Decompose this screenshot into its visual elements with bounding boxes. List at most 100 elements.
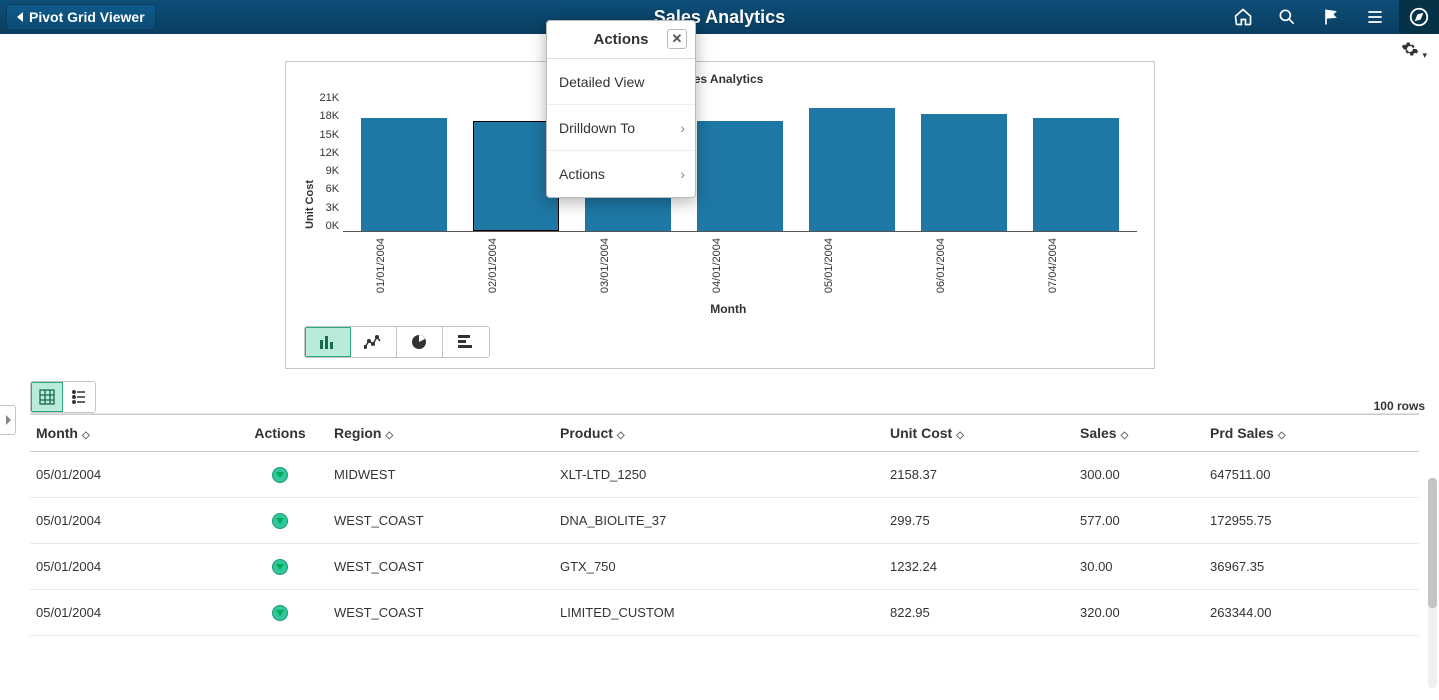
y-axis-ticks: 21K18K15K12K9K6K3K0K [320, 92, 344, 232]
scrollbar-thumb[interactable] [1428, 478, 1437, 608]
x-tick: 02/01/2004 [450, 238, 536, 296]
sort-icon: ◇ [617, 430, 625, 441]
sort-icon: ◇ [1121, 430, 1129, 441]
table-row: 05/01/2004 MIDWESTXLT-LTD_12502158.37300.… [30, 452, 1419, 498]
x-tick: 04/01/2004 [674, 238, 760, 296]
cell-actions[interactable] [230, 466, 330, 483]
x-tick: 06/01/2004 [898, 238, 984, 296]
table-row: 05/01/2004WEST_COASTGTX_7501232.2430.003… [30, 544, 1419, 590]
cell-month: 05/01/2004 [30, 513, 230, 528]
cell-actions[interactable] [230, 512, 330, 529]
popup-item-actions[interactable]: Actions› [547, 151, 695, 197]
action-dropdown-icon[interactable] [272, 559, 288, 575]
line-chart-icon[interactable] [351, 327, 397, 357]
action-dropdown-icon[interactable] [272, 467, 288, 483]
action-dropdown-icon[interactable] [272, 513, 288, 529]
sort-icon: ◇ [82, 430, 90, 441]
chart-bar[interactable] [697, 121, 783, 231]
cell-unitcost: 299.75 [890, 513, 1080, 528]
cell-product: GTX_750 [560, 559, 890, 574]
back-button[interactable]: Pivot Grid Viewer [6, 4, 156, 30]
popup-item-detailed-view[interactable]: Detailed View [547, 59, 695, 105]
col-product[interactable]: Product◇ [560, 425, 890, 441]
popup-title: Actions ✕ [547, 21, 695, 59]
search-icon[interactable] [1267, 0, 1307, 34]
home-icon[interactable] [1223, 0, 1263, 34]
chart-bar[interactable] [361, 118, 447, 231]
cell-region: MIDWEST [330, 467, 560, 482]
chart-bar[interactable] [1033, 118, 1119, 231]
actions-popup: Actions ✕ Detailed View Drilldown To› Ac… [546, 20, 696, 198]
chevron-right-icon: › [680, 120, 685, 136]
cell-sales: 320.00 [1080, 605, 1210, 620]
cell-prdsales: 36967.35 [1210, 559, 1390, 574]
hbar-chart-icon[interactable] [443, 327, 489, 357]
gear-icon[interactable]: ▾ [1401, 40, 1427, 61]
cell-unitcost: 2158.37 [890, 467, 1080, 482]
chevron-right-icon: › [680, 166, 685, 182]
cell-unitcost: 1232.24 [890, 559, 1080, 574]
action-dropdown-icon[interactable] [272, 605, 288, 621]
cell-unitcost: 822.95 [890, 605, 1080, 620]
grid-header: Month◇ Actions Region◇ Product◇ Unit Cos… [30, 414, 1419, 452]
grid-view-icon[interactable] [31, 382, 63, 412]
chart-title: Sales Analytics [304, 72, 1136, 86]
col-actions: Actions [230, 425, 330, 441]
chart-bar[interactable] [809, 108, 895, 231]
col-region[interactable]: Region◇ [330, 425, 560, 441]
flag-icon[interactable] [1311, 0, 1351, 34]
cell-month: 05/01/2004 [30, 467, 230, 482]
popup-item-drilldown[interactable]: Drilldown To› [547, 105, 695, 151]
chart-panel: Sales Analytics Unit Cost 21K18K15K12K9K… [285, 61, 1155, 369]
pie-chart-icon[interactable] [397, 327, 443, 357]
close-icon[interactable]: ✕ [667, 29, 687, 49]
header-icons [1223, 0, 1439, 34]
x-tick: 05/01/2004 [786, 238, 872, 296]
x-tick: 01/01/2004 [338, 238, 424, 296]
cell-region: WEST_COAST [330, 513, 560, 528]
data-grid: Month◇ Actions Region◇ Product◇ Unit Cos… [30, 413, 1419, 636]
chart-plot-area [343, 92, 1137, 232]
list-view-icon[interactable] [63, 382, 95, 412]
back-label: Pivot Grid Viewer [29, 9, 145, 25]
cell-product: LIMITED_CUSTOM [560, 605, 890, 620]
compass-icon[interactable] [1399, 0, 1439, 34]
cell-month: 05/01/2004 [30, 559, 230, 574]
x-axis-label: Month [320, 302, 1138, 316]
expand-handle[interactable] [0, 405, 16, 435]
cell-prdsales: 172955.75 [1210, 513, 1390, 528]
sort-icon: ◇ [385, 430, 393, 441]
menu-icon[interactable] [1355, 0, 1395, 34]
sort-icon: ◇ [1278, 430, 1286, 441]
row-count: 100 rows [0, 399, 1439, 413]
cell-month: 05/01/2004 [30, 605, 230, 620]
col-month[interactable]: Month◇ [30, 425, 230, 441]
view-toggle [30, 381, 96, 413]
cell-prdsales: 263344.00 [1210, 605, 1390, 620]
x-tick: 07/04/2004 [1010, 238, 1096, 296]
col-prdsales[interactable]: Prd Sales◇ [1210, 425, 1390, 441]
cell-actions[interactable] [230, 558, 330, 575]
chart-type-selector [304, 326, 490, 358]
scrollbar[interactable] [1428, 478, 1437, 688]
app-header: Pivot Grid Viewer Sales Analytics [0, 0, 1439, 34]
cell-sales: 300.00 [1080, 467, 1210, 482]
cell-region: WEST_COAST [330, 605, 560, 620]
table-row: 05/01/2004 WEST_COASTLIMITED_CUSTOM822.95… [30, 590, 1419, 636]
col-unitcost[interactable]: Unit Cost◇ [890, 425, 1080, 441]
x-axis-ticks: 01/01/2004 02/01/2004 03/01/2004 04/01/2004… [320, 238, 1138, 296]
cell-sales: 577.00 [1080, 513, 1210, 528]
bar-chart-icon[interactable] [305, 327, 351, 357]
toolbar: ▾ [0, 34, 1439, 61]
chart-bar[interactable] [921, 114, 1007, 231]
cell-product: DNA_BIOLITE_37 [560, 513, 890, 528]
col-sales[interactable]: Sales◇ [1080, 425, 1210, 441]
sort-icon: ◇ [956, 430, 964, 441]
chevron-left-icon [17, 12, 23, 22]
table-row: 05/01/2004 WEST_COASTDNA_BIOLITE_37299.75… [30, 498, 1419, 544]
cell-region: WEST_COAST [330, 559, 560, 574]
cell-actions[interactable] [230, 604, 330, 621]
x-tick: 03/01/2004 [562, 238, 648, 296]
cell-product: XLT-LTD_1250 [560, 467, 890, 482]
y-axis-label: Unit Cost [304, 180, 316, 229]
